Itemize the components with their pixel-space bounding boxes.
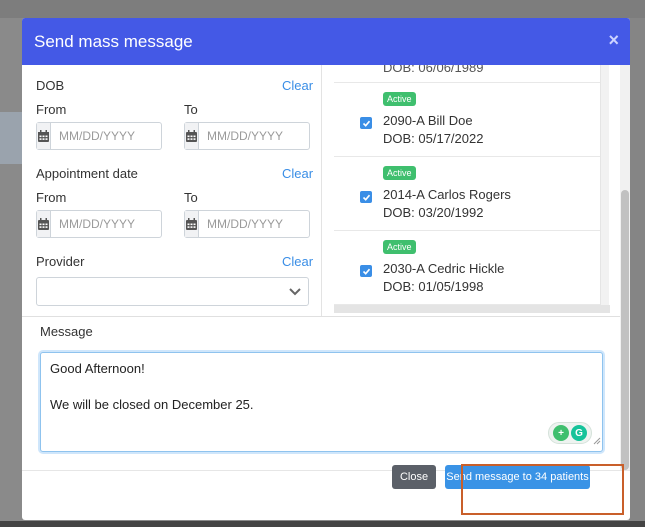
grammarly-icon[interactable]: G — [571, 425, 587, 441]
message-label: Message — [40, 324, 93, 339]
appointment-from-label: From — [36, 190, 67, 205]
chevron-down-icon — [288, 284, 302, 303]
plus-icon[interactable]: + — [553, 425, 569, 441]
list-item: Active 2014-A Carlos Rogers DOB: 03/20/1… — [334, 157, 600, 231]
calendar-icon[interactable] — [37, 211, 51, 237]
dob-from-label: From — [36, 102, 67, 117]
modal-header: Send mass message — [22, 18, 630, 65]
calendar-icon[interactable] — [37, 123, 51, 149]
provider-label: Provider — [36, 254, 85, 269]
modal-title: Send mass message — [34, 31, 193, 51]
appointment-to-label: To — [184, 190, 198, 205]
provider-clear-link[interactable]: Clear — [282, 254, 313, 269]
message-textarea[interactable]: Good Afternoon! We will be closed on Dec… — [40, 352, 603, 452]
background-bottom-edge — [0, 521, 645, 527]
patient-checkbox[interactable] — [360, 191, 372, 203]
filters-panel: DOB Clear From To Appointment date Clear… — [22, 65, 362, 317]
patient-list: DOB: 06/06/1989 Active 2090-A Bill Doe D… — [322, 65, 620, 317]
patient-dob: DOB: 01/05/1998 — [383, 279, 484, 294]
calendar-icon[interactable] — [185, 123, 199, 149]
patient-list-horizontal-scrollbar[interactable] — [334, 305, 610, 313]
provider-select[interactable] — [36, 277, 309, 306]
background-header — [0, 0, 645, 18]
patient-dob: DOB: 03/20/1992 — [383, 205, 484, 220]
background-right-edge — [630, 18, 645, 527]
section-divider — [22, 316, 620, 317]
send-message-button[interactable]: Send message to 34 patients — [445, 465, 590, 489]
calendar-icon[interactable] — [185, 211, 199, 237]
patient-list-scrollbar[interactable] — [600, 65, 609, 305]
status-badge: Active — [383, 92, 416, 106]
background-sidebar-item — [0, 112, 22, 164]
close-button[interactable]: Close — [392, 465, 436, 489]
patient-dob: DOB: 05/17/2022 — [383, 131, 484, 146]
grammarly-widget[interactable]: + G — [548, 422, 592, 444]
list-item: Active 2030-A Cedric Hickle DOB: 01/05/1… — [334, 231, 600, 305]
close-icon[interactable]: × — [608, 30, 619, 51]
dob-from-field — [36, 122, 214, 150]
status-badge: Active — [383, 240, 416, 254]
scrollbar-thumb[interactable] — [621, 190, 629, 470]
patient-name: 2030-A Cedric Hickle — [383, 261, 505, 276]
resize-handle-icon[interactable] — [593, 432, 601, 450]
dob-clear-link[interactable]: Clear — [282, 78, 313, 93]
appointment-date-label: Appointment date — [36, 166, 138, 181]
dob-label: DOB — [36, 78, 65, 93]
modal-scrollbar[interactable] — [620, 65, 630, 470]
appointment-clear-link[interactable]: Clear — [282, 166, 313, 181]
status-badge: Active — [383, 166, 416, 180]
list-item: Active 2090-A Bill Doe DOB: 05/17/2022 — [334, 83, 600, 157]
dob-to-label: To — [184, 102, 198, 117]
appointment-to-field — [184, 210, 362, 238]
patient-checkbox[interactable] — [360, 265, 372, 277]
patient-name: 2090-A Bill Doe — [383, 113, 473, 128]
patient-checkbox[interactable] — [360, 117, 372, 129]
message-text: Good Afternoon! We will be closed on Dec… — [50, 361, 254, 412]
patient-dob-partial: DOB: 06/06/1989 — [383, 65, 484, 75]
appointment-from-field — [36, 210, 214, 238]
dob-to-field — [184, 122, 362, 150]
patient-name: 2014-A Carlos Rogers — [383, 187, 511, 202]
mass-message-modal: Send mass message × DOB Clear From To Ap… — [22, 18, 630, 520]
